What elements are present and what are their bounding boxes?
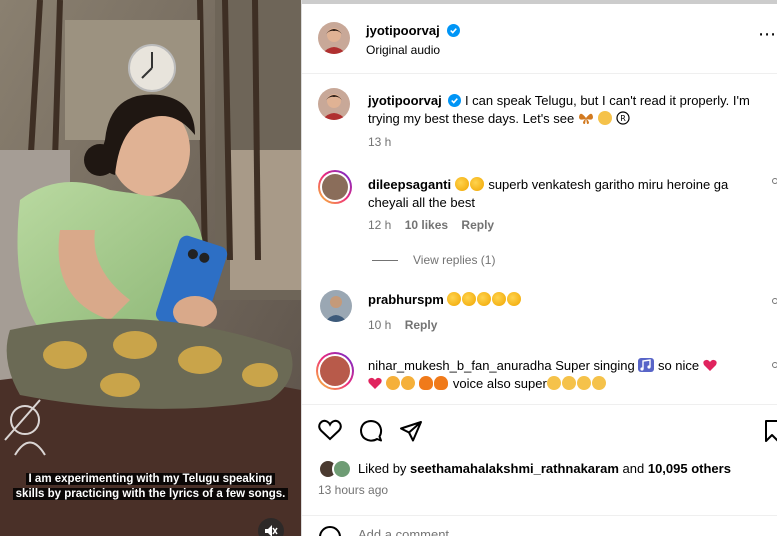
comment-username[interactable]: prabhurspm	[368, 292, 444, 307]
share-icon[interactable]	[399, 419, 423, 443]
post-header: jyotipoorvaj Original audio ⋯	[302, 4, 777, 74]
comment-3: nihar_mukesh_b_fan_anuradha Super singin…	[368, 357, 768, 393]
verified-badge-icon	[448, 94, 462, 107]
verified-badge-icon	[447, 24, 461, 37]
star-eyes-emoji-icon	[385, 376, 400, 390]
clap-emoji-icon	[507, 292, 522, 306]
comment-1: dileepsaganti superb venkatesh garitho m…	[368, 176, 763, 212]
svg-text:R: R	[620, 114, 626, 123]
clap-emoji-icon	[454, 177, 469, 191]
audio-label[interactable]: Original audio	[366, 43, 440, 57]
likes-summary: Liked by seethamahalakshmi_rathnakaram a…	[358, 460, 731, 478]
comment-1-meta: 12 h 10 likes Reply	[368, 218, 494, 232]
action-divider	[302, 404, 777, 405]
comment-time: 12 h	[368, 218, 392, 232]
ok-hand-emoji-icon	[546, 376, 561, 390]
clap-emoji-icon	[462, 292, 477, 306]
author-username[interactable]: jyotipoorvaj	[366, 23, 440, 38]
ok-hand-emoji-icon	[576, 376, 591, 390]
butterfly-emoji-icon	[578, 113, 593, 124]
comment-text-part3: voice also super	[452, 376, 547, 391]
more-options-icon[interactable]: ⋯	[758, 24, 776, 45]
liker-username[interactable]: seethamahalakshmi_rathnakaram	[410, 461, 619, 476]
comment-avatar-dileepsaganti[interactable]	[318, 170, 352, 204]
caption-author-avatar[interactable]	[318, 88, 350, 120]
comment-like-heart-icon[interactable]	[772, 362, 777, 368]
comment-text-part1: Super singing	[555, 358, 635, 373]
author-avatar[interactable]	[318, 22, 350, 54]
comment-time: 10 h	[368, 318, 392, 332]
comment-like-heart-icon[interactable]	[772, 178, 777, 184]
clap-emoji-icon	[447, 292, 462, 306]
comment-avatar-prabhurspm[interactable]	[320, 290, 352, 322]
post-side-panel: jyotipoorvaj Original audio ⋯ jyotipoorv…	[301, 0, 777, 536]
replies-divider	[372, 260, 398, 261]
comment-username[interactable]: nihar_mukesh_b_fan_anuradha	[368, 358, 552, 373]
add-comment-bar	[302, 515, 777, 536]
red-heart-emoji-icon	[368, 377, 382, 389]
video-frame-illustration	[0, 0, 301, 536]
comment-icon[interactable]	[359, 419, 383, 443]
clap-emoji-icon	[492, 292, 507, 306]
likes-and: and	[622, 461, 645, 476]
post-timestamp: 13 hours ago	[318, 483, 389, 497]
post-caption: jyotipoorvaj I can speak Telugu, but I c…	[368, 92, 768, 128]
emoji-picker-icon[interactable]	[318, 525, 342, 536]
video-subtitles: I am experimenting with my Telugu speaki…	[12, 472, 289, 502]
post-video[interactable]: I am experimenting with my Telugu speaki…	[0, 0, 301, 536]
star-eyes-emoji-icon	[400, 376, 415, 390]
comment-2-meta: 10 h Reply	[368, 318, 437, 332]
likes-others[interactable]: 10,095 others	[648, 461, 731, 476]
fire-emoji-icon	[419, 376, 434, 390]
ok-hand-emoji-icon	[561, 376, 576, 390]
red-heart-emoji-icon	[703, 359, 717, 371]
fire-emoji-icon	[434, 376, 449, 390]
caption-username[interactable]: jyotipoorvaj	[368, 93, 442, 108]
muted-speaker-icon	[265, 525, 278, 536]
comment-likes[interactable]: 10 likes	[405, 218, 448, 232]
subtitle-line-1: I am experimenting with my Telugu speaki…	[25, 473, 276, 485]
music-notes-emoji-icon	[638, 358, 655, 372]
reply-button[interactable]: Reply	[461, 218, 494, 232]
liker-avatar-2[interactable]	[332, 459, 352, 479]
view-replies-button[interactable]: View replies (1)	[413, 253, 495, 267]
clap-emoji-icon	[477, 292, 492, 306]
comment-avatar-nihar[interactable]	[316, 352, 354, 390]
subtitle-line-2: skills by practicing with the lyrics of …	[12, 488, 289, 500]
shy-emoji-icon	[597, 111, 612, 125]
heart-icon[interactable]	[318, 419, 342, 441]
reply-button[interactable]: Reply	[405, 318, 438, 332]
comment-like-heart-icon[interactable]	[772, 298, 777, 304]
comment-username[interactable]: dileepsaganti	[368, 177, 451, 192]
registered-mark-icon: R	[616, 111, 630, 125]
clap-emoji-icon	[469, 177, 484, 191]
bookmark-icon[interactable]	[764, 419, 777, 443]
comment-text-part2: so nice	[657, 358, 700, 373]
caption-time: 13 h	[368, 135, 392, 149]
likes-prefix: Liked by	[358, 461, 407, 476]
ok-hand-emoji-icon	[591, 376, 606, 390]
comment-2: prabhurspm	[368, 291, 522, 309]
comment-input[interactable]	[358, 527, 738, 536]
